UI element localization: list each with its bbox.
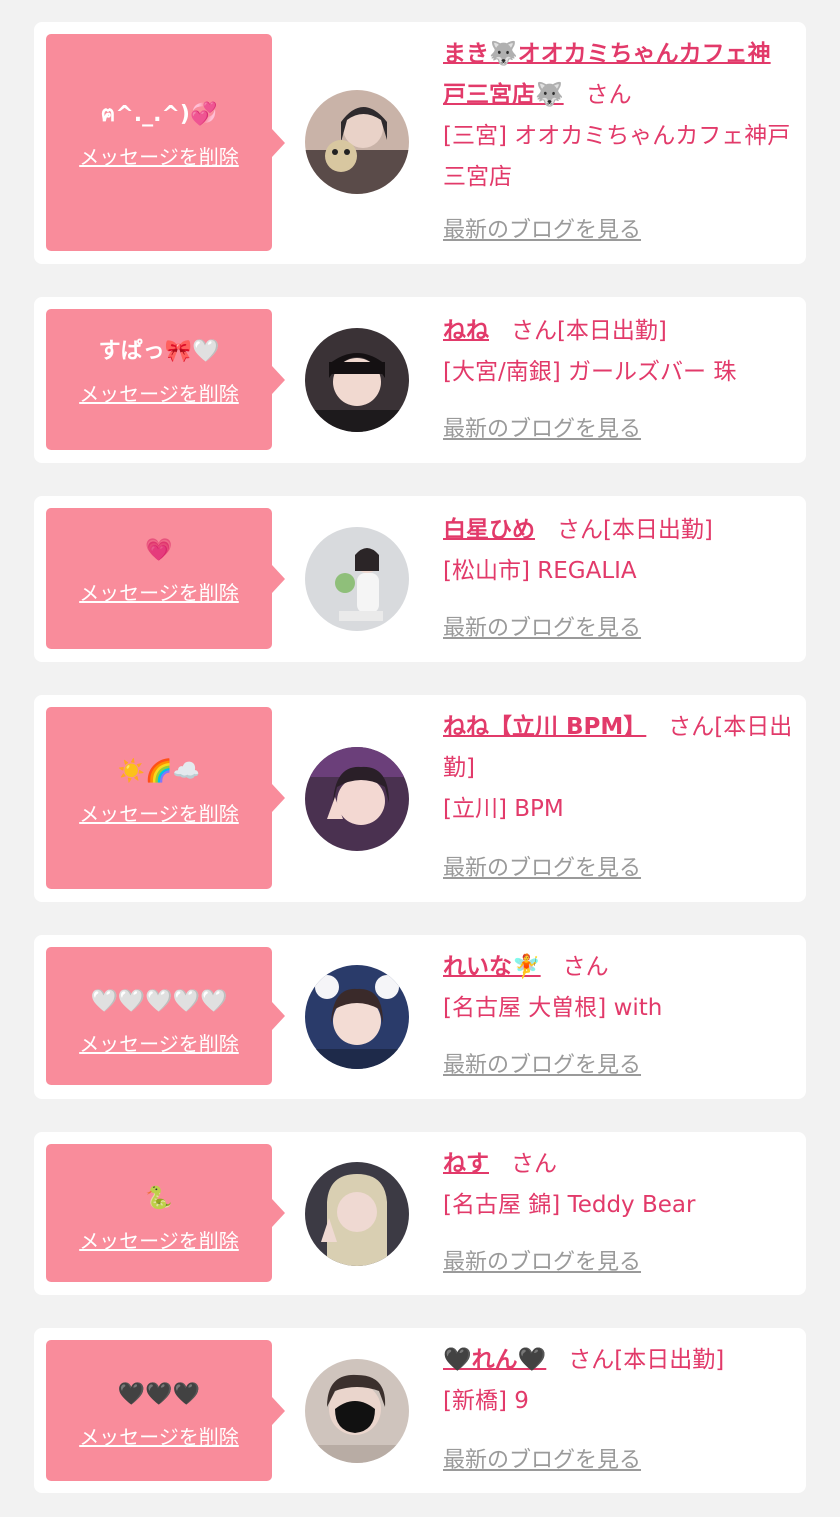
- profile-photo-icon: [305, 965, 409, 1069]
- latest-blog-link[interactable]: 最新のブログを見る: [443, 854, 641, 884]
- cast-suffix: さん[本日出勤]: [556, 517, 713, 543]
- shop-name: [松山市] REGALIA: [443, 558, 637, 584]
- message-bubble: ☀️🌈☁️ メッセージを削除: [46, 707, 285, 889]
- message-text: ☀️🌈☁️: [117, 759, 201, 784]
- message-bubble: 🤍🤍🤍🤍🤍 メッセージを削除: [46, 947, 285, 1085]
- message-text: 🖤🖤🖤: [117, 1382, 201, 1407]
- delete-message-link[interactable]: メッセージを削除: [79, 381, 239, 407]
- delete-message-link[interactable]: メッセージを削除: [79, 1424, 239, 1450]
- message-bubble: 💗 メッセージを削除: [46, 508, 285, 649]
- profile-photo-icon: [305, 1162, 409, 1266]
- profile-photo-icon: [305, 1359, 409, 1463]
- message-text: 💗: [145, 538, 173, 563]
- shop-name: [新橋] 9: [443, 1388, 529, 1414]
- message-bubble: 🐍 メッセージを削除: [46, 1144, 285, 1282]
- shop-name: [大宮/南銀] ガールズバー 珠: [443, 359, 737, 385]
- profile-photo-icon: [305, 90, 409, 194]
- cast-suffix: さん: [585, 82, 632, 108]
- shop-name: [名古屋 大曽根] with: [443, 995, 663, 1021]
- message-text: 🤍🤍🤍🤍🤍: [90, 989, 228, 1014]
- cast-name-link[interactable]: ねね【立川 BPM】: [443, 714, 646, 740]
- cast-suffix: さん[本日出勤]: [510, 318, 667, 344]
- cast-suffix: さん: [510, 1151, 557, 1177]
- latest-blog-link[interactable]: 最新のブログを見る: [443, 1248, 641, 1278]
- shop-name: [名古屋 錦] Teddy Bear: [443, 1192, 696, 1218]
- message-bubble: 🖤🖤🖤 メッセージを削除: [46, 1340, 285, 1481]
- cast-name-link[interactable]: ねね: [443, 318, 489, 344]
- latest-blog-link[interactable]: 最新のブログを見る: [443, 415, 641, 445]
- avatar[interactable]: [305, 527, 409, 631]
- avatar[interactable]: [305, 965, 409, 1069]
- cast-suffix: さん: [562, 954, 609, 980]
- profile-photo-icon: [305, 527, 409, 631]
- message-text: ฅ^._.^)💞: [100, 102, 218, 127]
- latest-blog-link[interactable]: 最新のブログを見る: [443, 614, 641, 644]
- cast-info: ねね【立川 BPM】 さん[本日出勤] [立川] BPM: [443, 707, 793, 830]
- message-text: すぱっ🎀🤍: [98, 339, 220, 364]
- profile-photo-icon: [305, 747, 409, 851]
- delete-message-link[interactable]: メッセージを削除: [79, 580, 239, 606]
- cast-info: ねね さん[本日出勤] [大宮/南銀] ガールズバー 珠: [443, 311, 793, 393]
- cast-name-link[interactable]: ねす: [443, 1151, 489, 1177]
- message-card: 🐍 メッセージを削除 ねす さん [名古屋 錦] Teddy Bear 最新のブ…: [34, 1132, 806, 1295]
- message-card: ฅ^._.^)💞 メッセージを削除 まき🐺オオカミちゃんカフェ神戸三宮店🐺 さん…: [34, 22, 806, 264]
- message-card: 💗 メッセージを削除 白星ひめ さん[本日出勤] [松山市] REGALIA 最…: [34, 496, 806, 662]
- message-card: すぱっ🎀🤍 メッセージを削除 ねね さん[本日出勤] [大宮/南銀] ガールズバ…: [34, 297, 806, 463]
- latest-blog-link[interactable]: 最新のブログを見る: [443, 216, 641, 246]
- avatar[interactable]: [305, 1359, 409, 1463]
- cast-info: 🖤れん🖤 さん[本日出勤] [新橋] 9: [443, 1340, 793, 1422]
- delete-message-link[interactable]: メッセージを削除: [79, 1031, 239, 1057]
- cast-info: まき🐺オオカミちゃんカフェ神戸三宮店🐺 さん [三宮] オオカミちゃんカフェ神戸…: [443, 34, 793, 198]
- delete-message-link[interactable]: メッセージを削除: [79, 801, 239, 827]
- avatar[interactable]: [305, 747, 409, 851]
- cast-suffix: さん[本日出勤]: [568, 1347, 725, 1373]
- avatar[interactable]: [305, 328, 409, 432]
- latest-blog-link[interactable]: 最新のブログを見る: [443, 1446, 641, 1476]
- message-text: 🐍: [145, 1186, 173, 1211]
- cast-info: れいな🧚 さん [名古屋 大曽根] with: [443, 947, 793, 1029]
- latest-blog-link[interactable]: 最新のブログを見る: [443, 1051, 641, 1081]
- cast-name-link[interactable]: れいな🧚: [443, 954, 541, 980]
- profile-photo-icon: [305, 328, 409, 432]
- cast-name-link[interactable]: 🖤れん🖤: [443, 1347, 546, 1373]
- cast-info: ねす さん [名古屋 錦] Teddy Bear: [443, 1144, 793, 1226]
- message-bubble: すぱっ🎀🤍 メッセージを削除: [46, 309, 285, 450]
- message-card: ☀️🌈☁️ メッセージを削除 ねね【立川 BPM】 さん[本日出勤] [立川] …: [34, 695, 806, 902]
- message-bubble: ฅ^._.^)💞 メッセージを削除: [46, 34, 285, 251]
- cast-name-link[interactable]: 白星ひめ: [443, 517, 535, 543]
- delete-message-link[interactable]: メッセージを削除: [79, 1228, 239, 1254]
- message-card: 🤍🤍🤍🤍🤍 メッセージを削除 れいな🧚 さん [名古屋 大曽根] with 最新…: [34, 935, 806, 1099]
- shop-name: [立川] BPM: [443, 796, 564, 822]
- cast-info: 白星ひめ さん[本日出勤] [松山市] REGALIA: [443, 510, 793, 592]
- delete-message-link[interactable]: メッセージを削除: [79, 144, 239, 170]
- message-list: ฅ^._.^)💞 メッセージを削除 まき🐺オオカミちゃんカフェ神戸三宮店🐺 さん…: [0, 0, 840, 1517]
- shop-name: [三宮] オオカミちゃんカフェ神戸三宮店: [443, 123, 791, 190]
- avatar[interactable]: [305, 1162, 409, 1266]
- avatar[interactable]: [305, 90, 409, 194]
- message-card: 🖤🖤🖤 メッセージを削除 🖤れん🖤 さん[本日出勤] [新橋] 9 最新のブログ…: [34, 1328, 806, 1493]
